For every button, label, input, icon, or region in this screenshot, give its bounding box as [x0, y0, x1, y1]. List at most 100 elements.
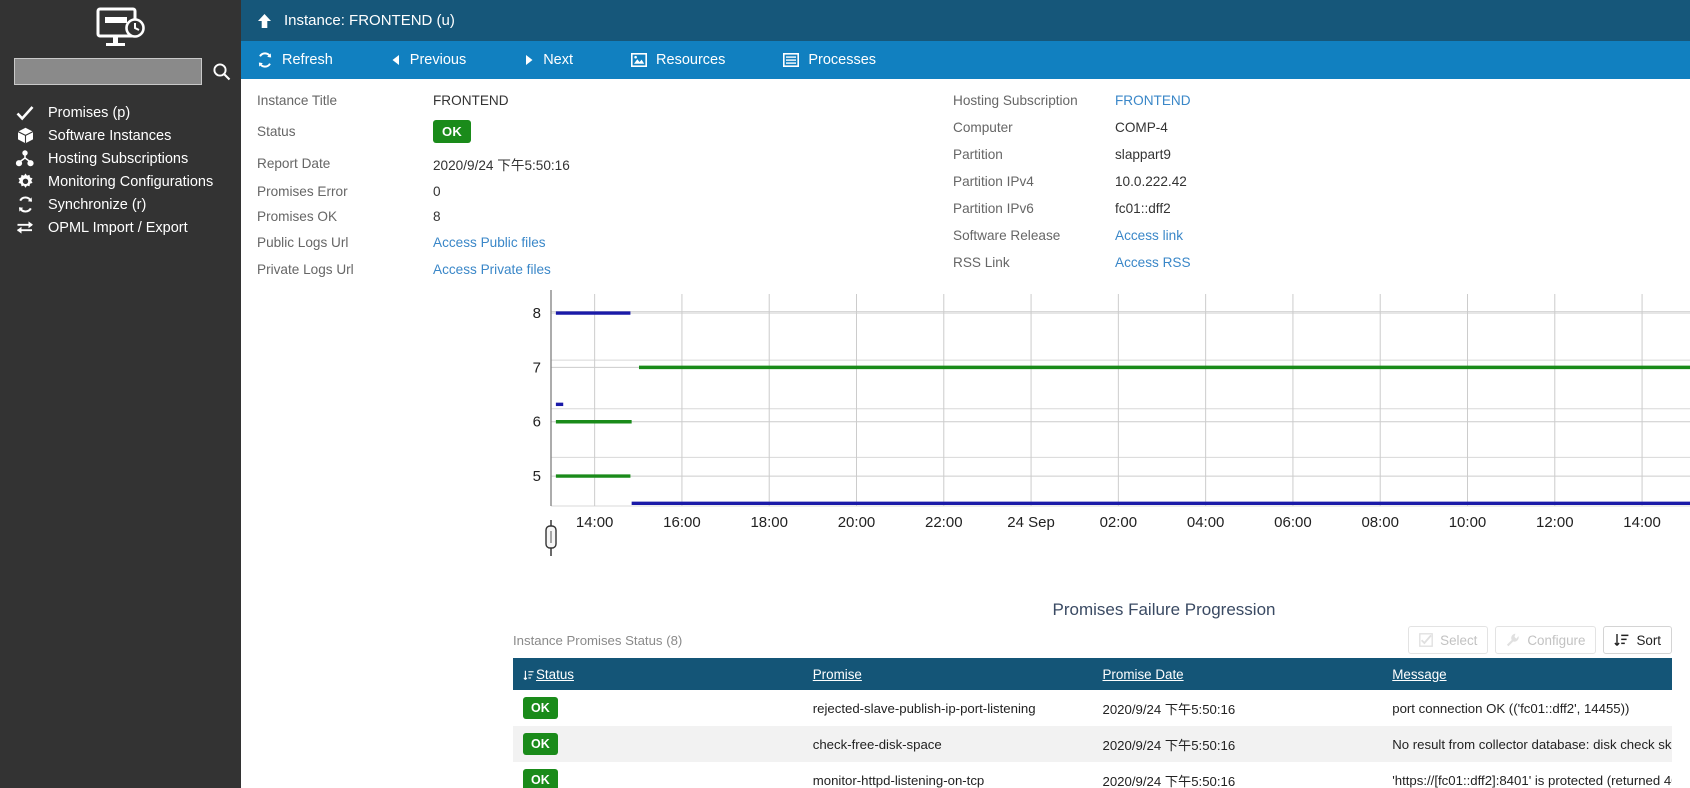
detail-row-partition: Partition slappart9	[953, 141, 1191, 168]
x-axis-tick: 24 Sep	[1007, 514, 1055, 531]
detail-label: Promises Error	[257, 184, 348, 199]
software-release-link[interactable]: Access link	[1115, 228, 1183, 243]
y-axis-tick-left: 6	[533, 414, 541, 431]
detail-label: Status	[257, 123, 296, 139]
column-header-message[interactable]: Message	[1382, 658, 1672, 690]
sidebar-item-monitoring-configurations[interactable]: Monitoring Configurations	[0, 170, 241, 193]
promises-chart[interactable]: 567800.511.5214:0016:0018:0020:0022:0024…	[499, 286, 1690, 556]
detail-row-rss-link: RSS Link Access RSS	[953, 249, 1191, 276]
table-row[interactable]: OK rejected-slave-publish-ip-port-listen…	[513, 690, 1672, 726]
network-nodes-icon	[12, 150, 38, 167]
list-icon	[783, 53, 800, 67]
app-root: Promises (p) Software Instances Hosting …	[0, 0, 1690, 788]
search-input[interactable]	[14, 58, 202, 85]
cell-message: No result from collector database: disk …	[1392, 736, 1672, 752]
check-icon	[12, 105, 38, 121]
detail-label: Partition IPv6	[953, 201, 1034, 216]
column-header-promise[interactable]: Promise	[802, 658, 1093, 690]
x-axis-tick: 16:00	[663, 514, 701, 531]
column-header-label[interactable]: Status	[536, 667, 574, 682]
y-axis-tick-left: 8	[533, 305, 541, 322]
private-logs-link[interactable]: Access Private files	[433, 262, 551, 277]
chart-canvas[interactable]: 567800.511.5214:0016:0018:0020:0022:0024…	[499, 286, 1690, 556]
sort-button[interactable]: Sort	[1603, 626, 1672, 654]
table-action-buttons: Select Configure Sort	[1408, 626, 1672, 654]
search-icon[interactable]	[212, 62, 231, 82]
detail-label: Partition	[953, 147, 1003, 162]
table-toolbar: Instance Promises Status (8) Select Conf…	[513, 626, 1672, 654]
refresh-button[interactable]: Refresh	[241, 41, 347, 79]
table-head: Status Promise Promise Date Message	[513, 658, 1672, 690]
cell-promise: check-free-disk-space	[812, 736, 942, 752]
x-axis-tick: 22:00	[925, 514, 963, 531]
cell-promise-date: 2020/9/24 下午5:50:16	[1102, 737, 1236, 753]
detail-value: 0	[433, 184, 441, 199]
column-header-label[interactable]: Message	[1392, 667, 1446, 682]
cell-status: OK	[513, 762, 803, 788]
sidebar-item-software-instances[interactable]: Software Instances	[0, 124, 241, 147]
refresh-icon	[257, 52, 273, 68]
y-axis-tick-left: 7	[533, 359, 541, 376]
sidebar-item-opml-import-export[interactable]: OPML Import / Export	[0, 216, 241, 239]
sidebar-nav: Promises (p) Software Instances Hosting …	[0, 101, 241, 239]
detail-row-partition-ipv6: Partition IPv6 fc01::dff2	[953, 195, 1191, 222]
detail-row-promises-error: Promises Error 0	[257, 179, 570, 204]
status-badge: OK	[523, 733, 558, 755]
detail-row-hosting-subscription: Hosting Subscription FRONTEND	[953, 87, 1191, 114]
sort-icon	[1614, 633, 1629, 647]
sidebar-item-synchronize[interactable]: Synchronize (r)	[0, 193, 241, 216]
select-button[interactable]: Select	[1408, 626, 1489, 654]
detail-value: 10.0.222.42	[1115, 174, 1187, 189]
box-icon	[12, 127, 38, 144]
page-title: Instance: FRONTEND (u)	[284, 12, 455, 29]
instance-details: Instance Title FRONTEND Status OK Report…	[241, 79, 1690, 277]
x-axis-tick: 02:00	[1100, 514, 1138, 531]
up-arrow-icon[interactable]	[257, 13, 272, 29]
action-toolbar: Refresh Previous Next Resources Processe…	[241, 41, 1690, 79]
hosting-subscription-link[interactable]: FRONTEND	[1115, 93, 1191, 108]
select-label: Select	[1440, 632, 1478, 648]
resources-button[interactable]: Resources	[617, 41, 739, 79]
sidebar-item-label: OPML Import / Export	[48, 219, 188, 236]
wrench-icon	[1506, 633, 1520, 647]
sidebar-item-hosting-subscriptions[interactable]: Hosting Subscriptions	[0, 147, 241, 170]
column-header-label[interactable]: Promise	[813, 667, 862, 682]
cell-message: port connection OK (('fc01::dff2', 14455…	[1392, 700, 1630, 716]
sort-label: Sort	[1636, 632, 1661, 648]
detail-label: Computer	[953, 120, 1013, 135]
detail-value: fc01::dff2	[1115, 201, 1171, 216]
detail-value: 8	[433, 209, 441, 224]
column-header-label[interactable]: Promise Date	[1103, 667, 1184, 682]
table-row[interactable]: OK monitor-httpd-listening-on-tcp 2020/9…	[513, 762, 1672, 788]
cell-promise: rejected-slave-publish-ip-port-listening	[812, 700, 1036, 716]
main-panel: Instance: FRONTEND (u) Refresh Previous …	[241, 0, 1690, 788]
page-header: Instance: FRONTEND (u)	[241, 0, 1690, 41]
column-header-status[interactable]: Status	[513, 658, 803, 690]
sidebar-search-row	[0, 58, 241, 85]
configure-button[interactable]: Configure	[1495, 626, 1597, 654]
sidebar: Promises (p) Software Instances Hosting …	[0, 0, 241, 788]
x-axis-tick: 08:00	[1361, 514, 1399, 531]
table-caption: Instance Promises Status (8)	[513, 632, 683, 648]
table-row[interactable]: OK check-free-disk-space 2020/9/24 下午5:5…	[513, 726, 1672, 762]
detail-row-promises-ok: Promises OK 8	[257, 204, 570, 229]
detail-value: COMP-4	[1115, 120, 1168, 135]
details-right-column: Hosting Subscription FRONTEND Computer C…	[953, 87, 1191, 276]
detail-row-partition-ipv4: Partition IPv4 10.0.222.42	[953, 168, 1191, 195]
monitor-clock-icon	[96, 7, 145, 46]
public-logs-link[interactable]: Access Public files	[433, 235, 546, 250]
x-axis-tick: 12:00	[1536, 514, 1574, 531]
sidebar-item-promises[interactable]: Promises (p)	[0, 101, 241, 124]
resources-label: Resources	[656, 52, 726, 68]
next-button[interactable]: Next	[510, 41, 587, 79]
promises-table: Status Promise Promise Date Message OK r…	[513, 658, 1672, 788]
column-header-promise-date[interactable]: Promise Date	[1092, 658, 1383, 690]
previous-button[interactable]: Previous	[377, 41, 480, 79]
app-logo	[0, 0, 241, 52]
cell-message: 'https://[fc01::dff2]:8401' is protected…	[1392, 772, 1672, 788]
processes-button[interactable]: Processes	[769, 41, 890, 79]
promises-table-section: Instance Promises Status (8) Select Conf…	[513, 626, 1672, 788]
checkbox-icon	[1419, 633, 1434, 647]
status-badge: OK	[523, 769, 558, 788]
rss-link[interactable]: Access RSS	[1115, 255, 1191, 270]
